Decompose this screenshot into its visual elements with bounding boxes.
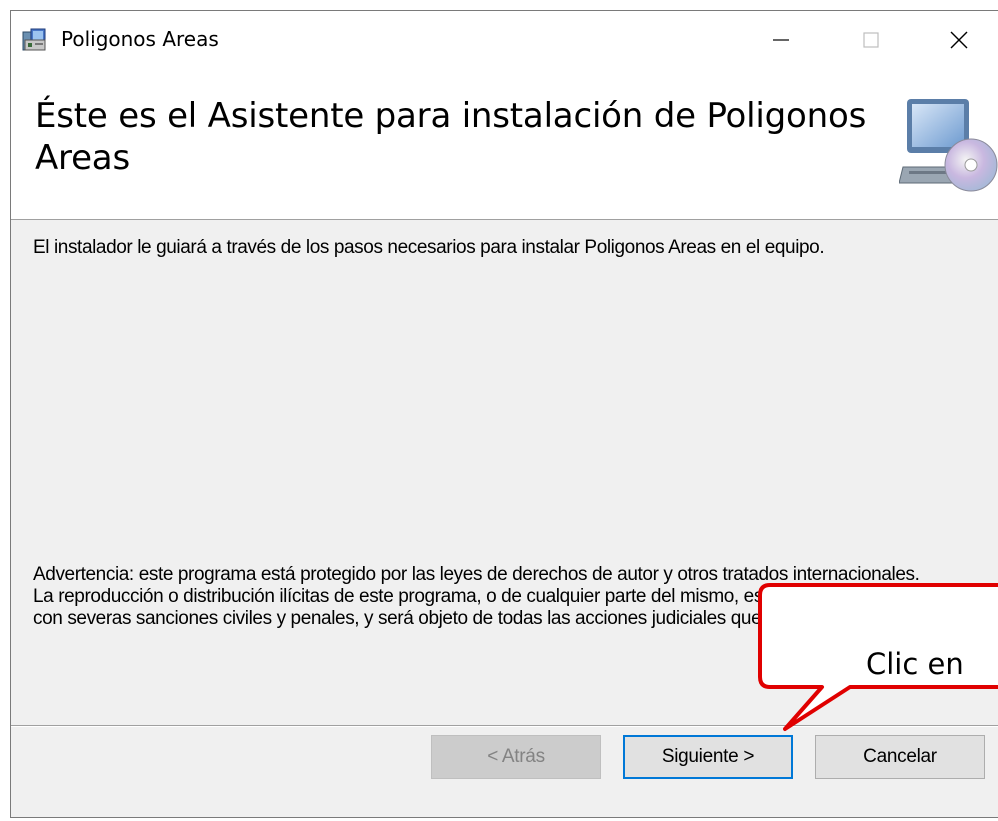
window-title: Poligonos Areas	[61, 27, 219, 51]
minimize-icon	[773, 39, 789, 41]
minimize-button[interactable]	[751, 11, 811, 69]
wizard-title: Éste es el Asistente para instalación de…	[35, 96, 867, 178]
installer-app-icon	[22, 28, 46, 51]
wizard-header: Éste es el Asistente para instalación de…	[11, 69, 998, 220]
maximize-icon	[863, 32, 879, 48]
title-bar[interactable]: Poligonos Areas	[11, 11, 998, 69]
close-icon	[950, 31, 968, 49]
back-button[interactable]: < Atrás	[431, 735, 601, 779]
close-button[interactable]	[929, 11, 989, 69]
maximize-button[interactable]	[841, 11, 901, 69]
callout-text: Clic en	[866, 647, 964, 681]
intro-text: El instalador le guiará a través de los …	[33, 237, 825, 258]
computer-cd-icon	[899, 99, 998, 192]
callout-bubble	[758, 583, 998, 731]
